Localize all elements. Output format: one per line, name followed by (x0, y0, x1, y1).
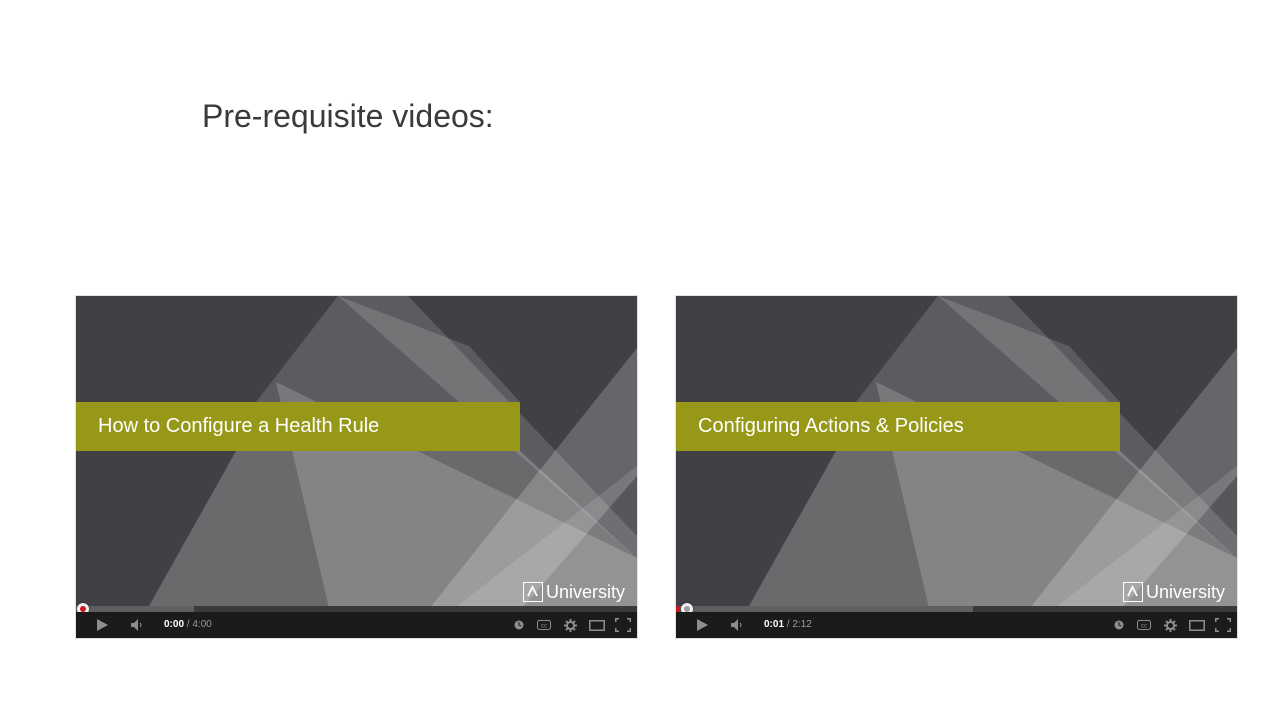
svg-text:cc: cc (1141, 624, 1147, 630)
university-logo-icon (1122, 582, 1143, 602)
fullscreen-icon (615, 618, 631, 632)
university-logo: University (522, 582, 625, 602)
watch-later-icon (514, 620, 524, 630)
volume-icon (131, 619, 142, 631)
captions-icon: cc (1137, 620, 1151, 630)
volume-button[interactable] (128, 612, 148, 638)
volume-icon (731, 619, 742, 631)
volume-button[interactable] (728, 612, 748, 638)
play-icon (697, 619, 708, 631)
video-player-2[interactable]: Configuring Actions & Policies Universit… (676, 296, 1237, 638)
duration: 4:00 (192, 619, 212, 630)
fullscreen-button[interactable] (614, 612, 632, 638)
settings-button[interactable] (562, 612, 578, 638)
control-bar: 0:00 / 4:00 cc (76, 612, 637, 638)
theater-mode-button[interactable] (1188, 612, 1206, 638)
watch-later-button[interactable] (512, 612, 526, 638)
theater-mode-icon (1189, 619, 1205, 631)
fullscreen-icon (1215, 618, 1231, 632)
settings-button[interactable] (1162, 612, 1178, 638)
control-bar: 0:01 / 2:12 cc (676, 612, 1237, 638)
play-icon (97, 619, 108, 631)
time-display: 0:00 / 4:00 (164, 612, 212, 638)
video-title-banner: How to Configure a Health Rule (76, 402, 520, 451)
video-player-1[interactable]: How to Configure a Health Rule Universit… (76, 296, 637, 638)
current-time: 0:00 (164, 619, 185, 630)
video-title-banner: Configuring Actions & Policies (676, 402, 1120, 451)
settings-icon (563, 618, 577, 632)
time-display: 0:01 / 2:12 (764, 612, 812, 638)
captions-button[interactable]: cc (1136, 612, 1152, 638)
duration: 2:12 (792, 619, 812, 630)
play-button[interactable] (692, 612, 712, 638)
play-button[interactable] (92, 612, 112, 638)
fullscreen-button[interactable] (1214, 612, 1232, 638)
university-logo-icon (522, 582, 543, 602)
university-logo-text: University (545, 582, 625, 602)
settings-icon (1163, 618, 1177, 632)
theater-mode-icon (589, 619, 605, 631)
university-logo-text: University (1145, 582, 1225, 602)
watch-later-icon (1114, 620, 1124, 630)
captions-button[interactable]: cc (536, 612, 552, 638)
captions-icon: cc (537, 620, 551, 630)
theater-mode-button[interactable] (588, 612, 606, 638)
page-title: Pre-requisite videos: (202, 98, 494, 134)
watch-later-button[interactable] (1112, 612, 1126, 638)
svg-text:cc: cc (541, 624, 547, 630)
university-logo: University (1122, 582, 1225, 602)
current-time: 0:01 (764, 619, 785, 630)
